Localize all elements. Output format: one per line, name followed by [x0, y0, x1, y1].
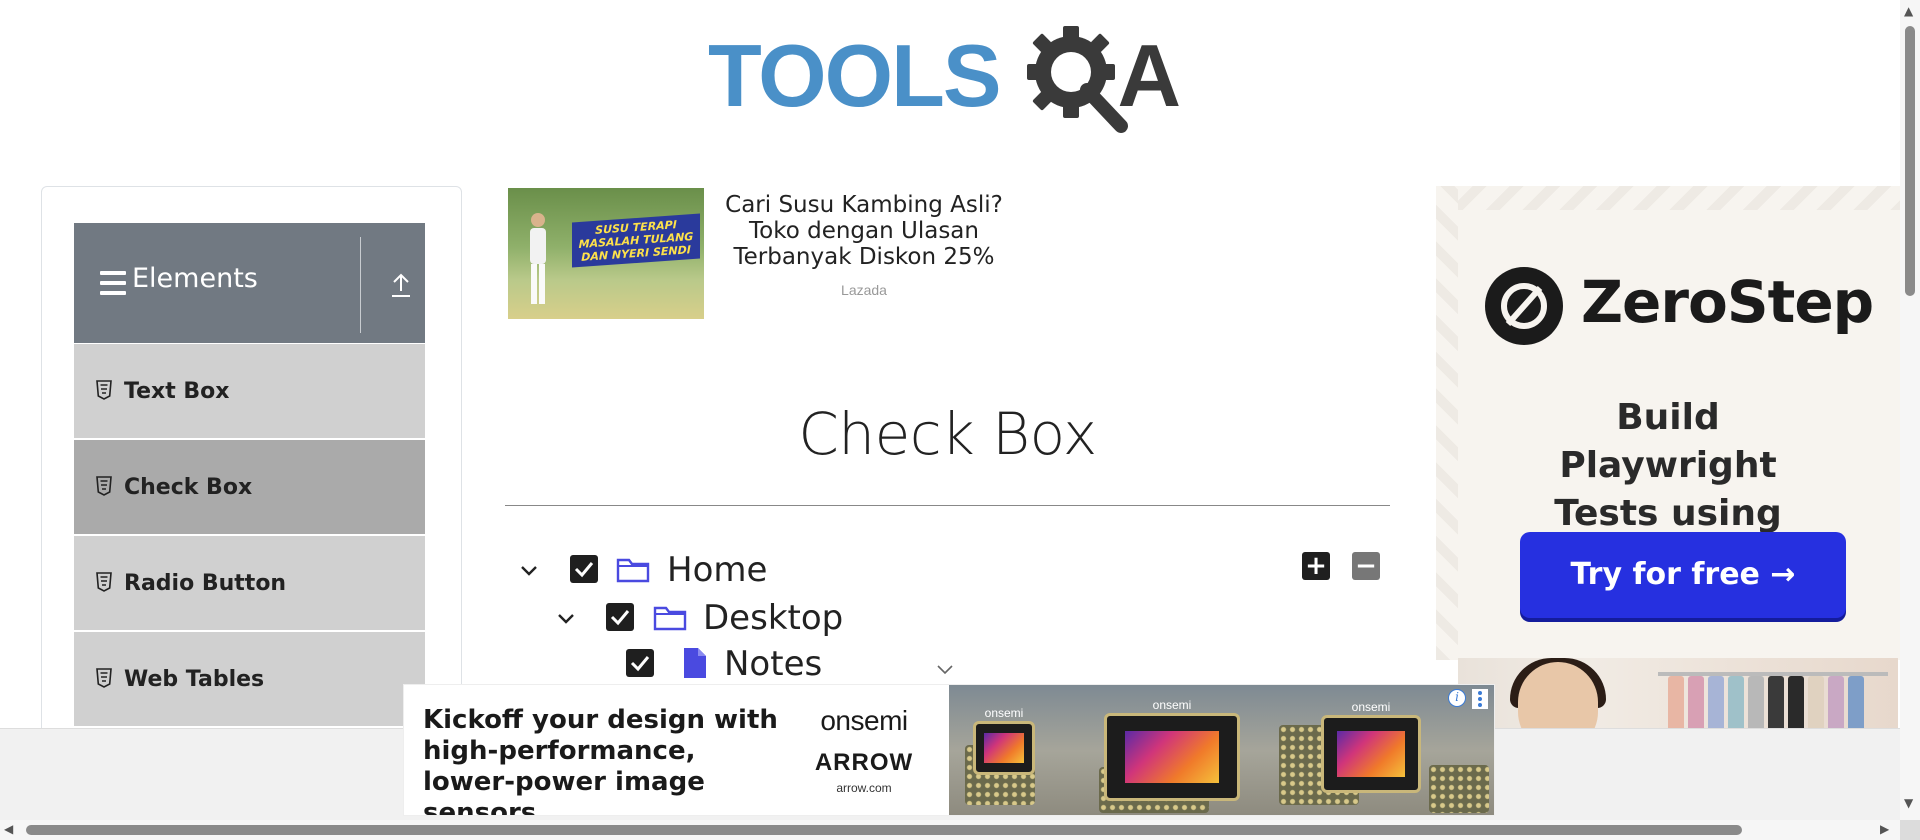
expand-all-button[interactable]: + [1302, 552, 1330, 580]
scroll-left-icon[interactable]: ◀ [4, 822, 13, 836]
cloth [1748, 676, 1764, 728]
elements-group-header[interactable]: Elements [74, 223, 425, 343]
folder-icon [616, 558, 650, 583]
ad-text[interactable]: Kickoff your design with high-performanc… [423, 705, 783, 815]
cloth [1688, 676, 1704, 728]
scrollbar-corner [1900, 820, 1920, 840]
tree-node-label[interactable]: Notes [724, 644, 822, 684]
lazada-ad[interactable]: SUSU TERAPI MASALAH TULANG DAN NYERI SEN… [508, 188, 1018, 320]
upload-icon[interactable] [389, 271, 413, 299]
checkbox-checked[interactable] [570, 555, 598, 583]
vertical-scroll-thumb[interactable] [1905, 26, 1915, 296]
group-title: Elements [132, 263, 258, 294]
sidebar-item-label: Text Box [124, 379, 230, 404]
chevron-down-icon[interactable] [555, 608, 577, 630]
cloth [1788, 676, 1804, 728]
file-icon [684, 648, 706, 678]
sidebar-item-radio-button[interactable]: Radio Button [74, 536, 425, 631]
checkmark-icon [574, 562, 594, 578]
sidebar-item-label: Radio Button [124, 571, 287, 596]
cloth [1808, 676, 1824, 728]
html5-icon [96, 572, 112, 592]
tree-node-label[interactable]: Home [667, 550, 767, 590]
zerostep-logo-icon [1485, 267, 1563, 345]
html5-icon [96, 380, 112, 400]
cloth [1668, 676, 1684, 728]
chip-label: onsemi [1152, 698, 1192, 712]
ad-info-icon[interactable]: i [1448, 689, 1466, 707]
html5-icon [96, 476, 112, 496]
horizontal-scroll-thumb[interactable] [26, 825, 1742, 835]
chip-label: onsemi [1351, 700, 1391, 714]
checkbox-checked[interactable] [606, 603, 634, 631]
header-divider [360, 237, 361, 333]
tree-node-label[interactable]: Desktop [703, 598, 843, 638]
title-divider [505, 505, 1390, 506]
checkbox-checked[interactable] [626, 649, 654, 677]
toolsqa-logo[interactable]: TOOLS A [708, 22, 1194, 134]
ad-brand: ZeroStep [1581, 268, 1874, 336]
tree-node-notes: Notes [626, 644, 876, 686]
try-for-free-button[interactable]: Try for free → [1520, 532, 1846, 618]
folder-icon [653, 606, 687, 631]
sidebar-item-check-box[interactable]: Check Box [74, 440, 425, 535]
horizontal-scrollbar[interactable]: ◀ ▶ [0, 820, 1900, 840]
sidebar-item-label: Web Tables [124, 667, 265, 692]
sensor-chip: onsemi [1321, 700, 1421, 793]
gear-magnifier-icon [1027, 26, 1128, 133]
runner-figure [530, 213, 546, 304]
page-title: Check Box [798, 400, 1097, 468]
tree-node-home: Home [518, 550, 818, 592]
checkmark-icon [610, 610, 630, 626]
hamburger-icon [100, 271, 126, 295]
onsemi-logo: onsemi [820, 705, 908, 736]
cloth [1728, 676, 1744, 728]
html5-icon [96, 668, 112, 688]
sidebar-item-web-tables[interactable]: Web Tables [74, 632, 425, 727]
sensor-chip: onsemi [973, 706, 1035, 775]
chevron-down-icon[interactable] [518, 560, 540, 582]
scroll-up-icon[interactable]: ▲ [1904, 4, 1913, 18]
scroll-down-icon[interactable]: ▼ [1904, 796, 1913, 810]
sidebar-item-text-box[interactable]: Text Box [74, 344, 425, 439]
sidebar-item-label: Check Box [124, 475, 253, 500]
chevron-down-icon [937, 665, 953, 675]
cloth [1848, 676, 1864, 728]
ad-banner-text: SUSU TERAPI MASALAH TULANG DAN NYERI SEN… [572, 213, 700, 268]
cloth [1708, 676, 1724, 728]
chip-label: onsemi [984, 706, 1024, 720]
zerostep-ad[interactable]: ZeroStep Build Playwright Tests using AI… [1436, 186, 1900, 660]
collapse-all-button[interactable]: − [1352, 552, 1380, 580]
vertical-scrollbar[interactable]: ▲ ▼ [1900, 0, 1920, 820]
arrow-logo: ARROW [814, 749, 914, 776]
tree-node-desktop: Desktop [555, 598, 855, 640]
ad-thumbnail[interactable]: SUSU TERAPI MASALAH TULANG DAN NYERI SEN… [508, 188, 704, 319]
logo-primary-text: TOOLS [708, 26, 1002, 125]
ad-pattern [1436, 186, 1900, 210]
cloth [1768, 676, 1784, 728]
ad-headline[interactable]: Cari Susu Kambing Asli? Toko dengan Ulas… [714, 192, 1014, 270]
onsemi-arrow-ad[interactable]: Kickoff your design with high-performanc… [403, 684, 1495, 816]
ad-menu-icon[interactable] [1472, 689, 1488, 709]
cloth [1828, 676, 1844, 728]
ad-url: arrow.com [836, 781, 892, 795]
sensor-chip: onsemi [1104, 698, 1240, 801]
checkmark-icon [630, 656, 650, 672]
chip-pads [1429, 765, 1489, 813]
scroll-right-icon[interactable]: ▶ [1880, 822, 1889, 836]
ad-brand[interactable]: Lazada [714, 282, 1014, 298]
ad-brands: onsemi ARROW arrow.com [784, 705, 944, 795]
sensor-chips-image[interactable]: onsemi onsemi onsemi [949, 685, 1494, 815]
fashion-ad-image[interactable] [1458, 658, 1898, 728]
